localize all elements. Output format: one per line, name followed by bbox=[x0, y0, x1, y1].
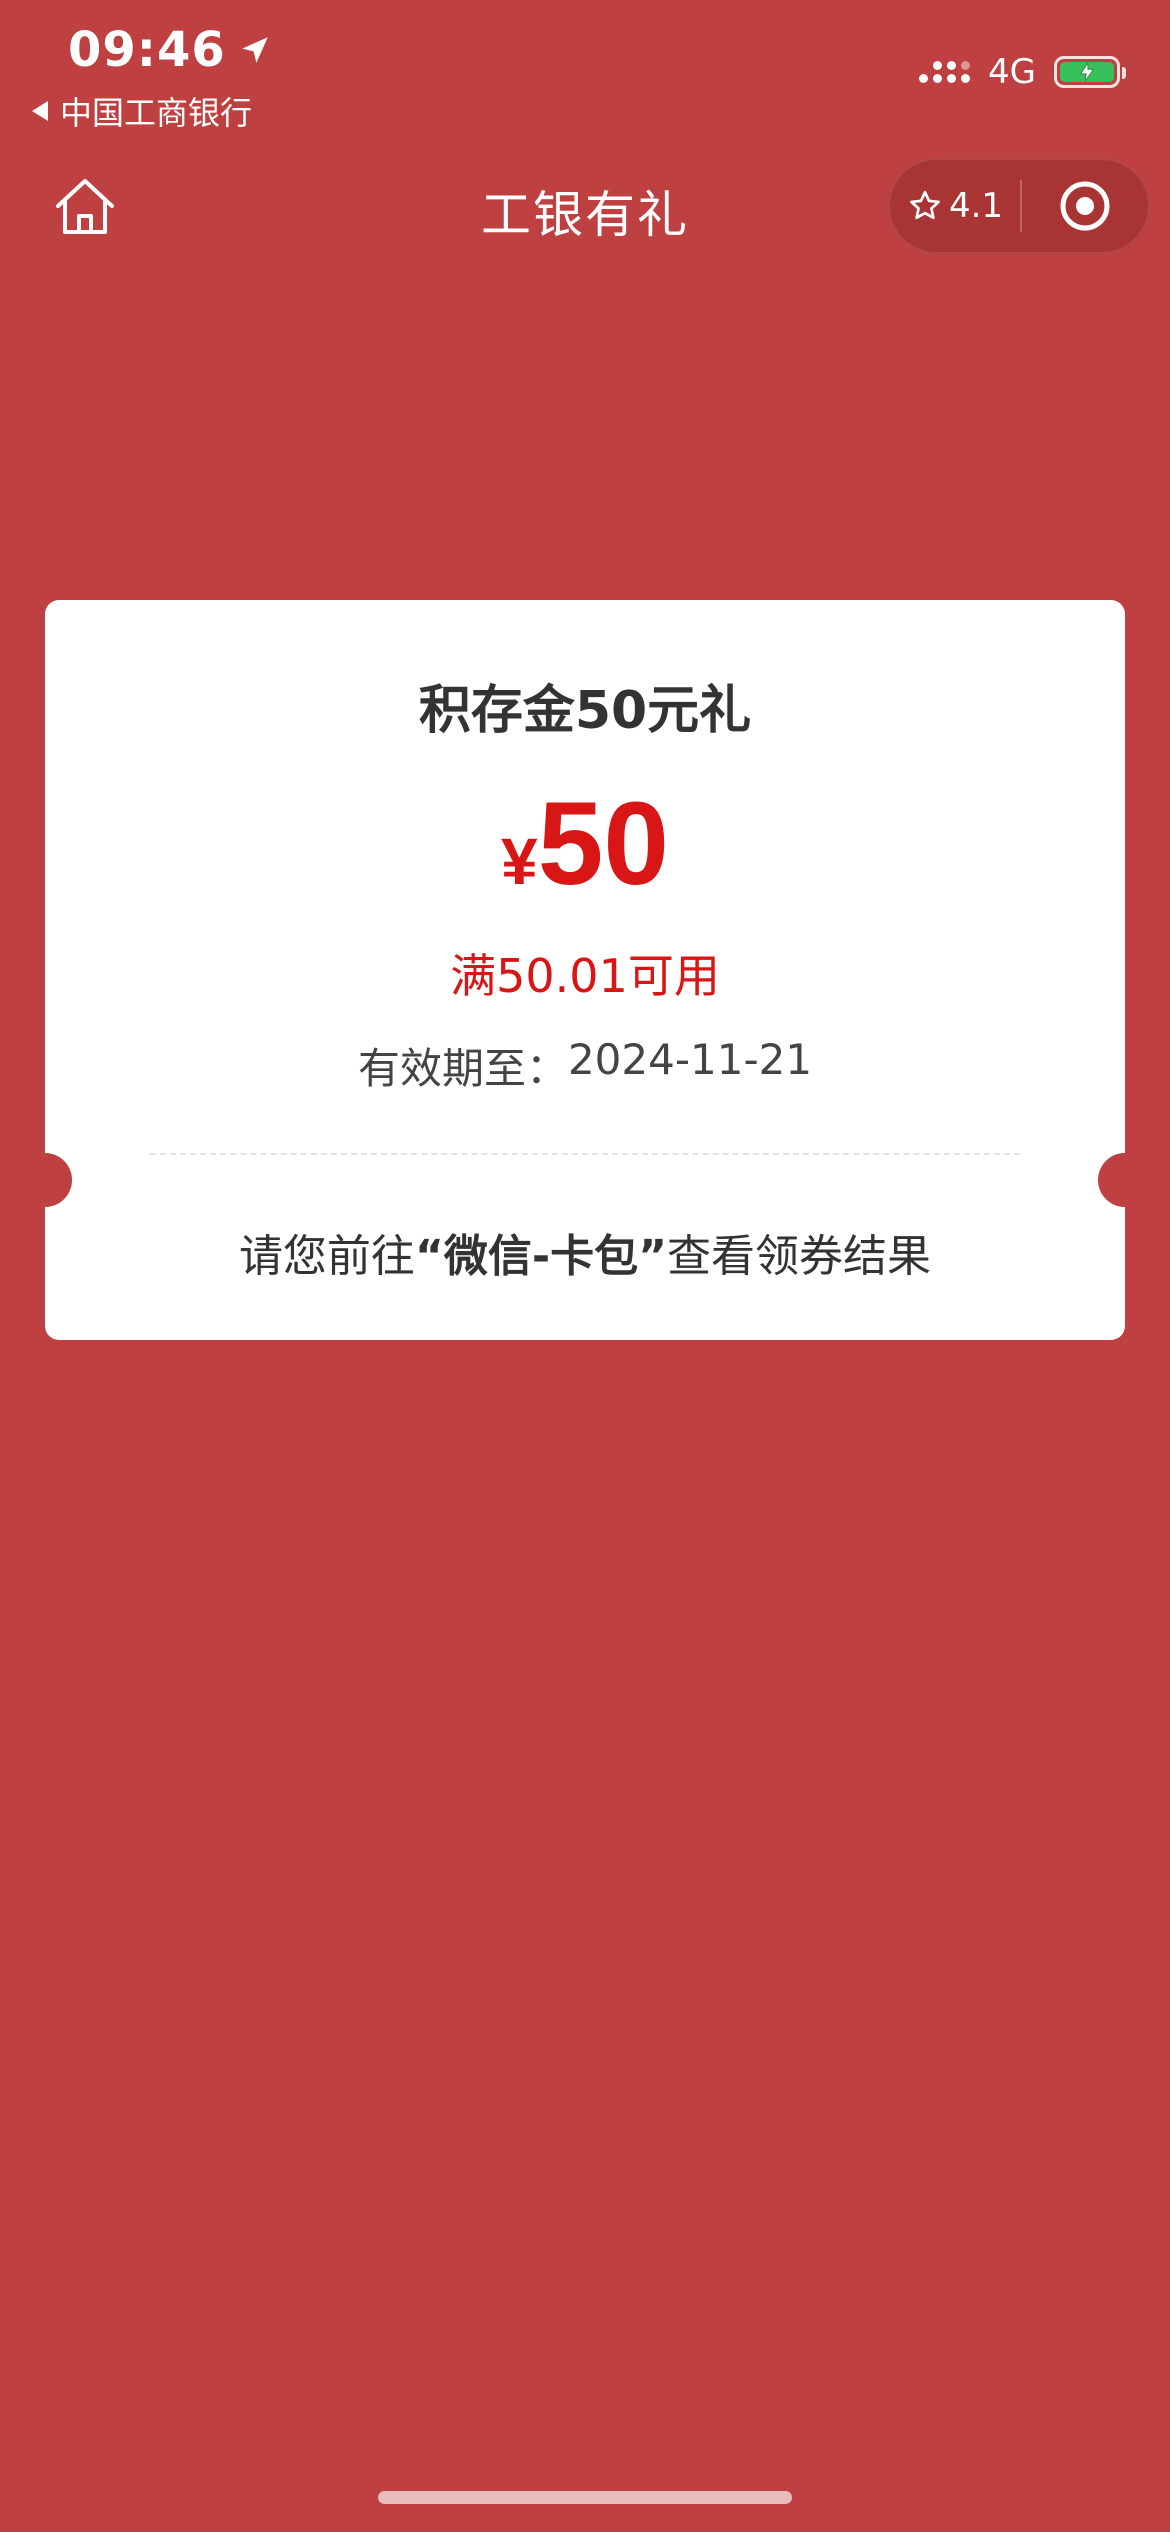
star-icon bbox=[910, 190, 940, 220]
back-app-label: 中国工商银行 bbox=[60, 94, 253, 132]
instruction-suffix: 查看领券结果 bbox=[667, 1231, 932, 1282]
amount-value: 50 bbox=[537, 778, 669, 910]
coupon-card: 积存金50元礼 ¥50 满50.01可用 有效期至： 2024-11-21 请您前… bbox=[18, 600, 1152, 1340]
status-time: 09:46 bbox=[68, 22, 272, 78]
coupon-amount: ¥50 bbox=[45, 785, 1125, 903]
location-arrow-icon bbox=[242, 37, 268, 63]
status-time-text: 09:46 bbox=[68, 22, 226, 78]
instruction-highlight: “微信-卡包” bbox=[414, 1231, 668, 1282]
rating-value: 4.1 bbox=[948, 186, 1004, 226]
validity-label: 有效期至： bbox=[357, 1044, 568, 1093]
battery-charging-icon bbox=[1054, 56, 1126, 88]
coupon-title: 积存金50元礼 bbox=[418, 681, 752, 741]
miniprogram-capsule: 4.1 bbox=[888, 158, 1150, 254]
network-type: 4G bbox=[988, 52, 1036, 92]
validity-date: 2024-11-21 bbox=[567, 1035, 813, 1084]
close-miniprogram-button[interactable] bbox=[1022, 178, 1148, 234]
divider-dashed bbox=[150, 1153, 1020, 1155]
coupon-condition: 满50.01可用 bbox=[450, 949, 720, 1003]
back-to-app-link[interactable]: 中国工商银行 bbox=[32, 88, 252, 134]
currency-symbol: ¥ bbox=[501, 824, 538, 898]
target-icon bbox=[1060, 181, 1110, 231]
coupon-validity: 有效期至： 2024-11-21 bbox=[45, 1035, 1125, 1096]
instruction-prefix: 请您前往 bbox=[238, 1231, 415, 1282]
rating-button[interactable]: 4.1 bbox=[890, 186, 1020, 226]
status-indicators: 4G bbox=[919, 52, 1126, 92]
home-indicator[interactable] bbox=[378, 2491, 792, 2504]
signal-icon bbox=[919, 61, 971, 83]
coupon-instruction: 请您前往“微信-卡包”查看领券结果 bbox=[45, 1220, 1125, 1284]
card-notch-left bbox=[18, 1153, 72, 1207]
card-notch-right bbox=[1098, 1153, 1152, 1207]
back-triangle-icon bbox=[32, 101, 48, 121]
